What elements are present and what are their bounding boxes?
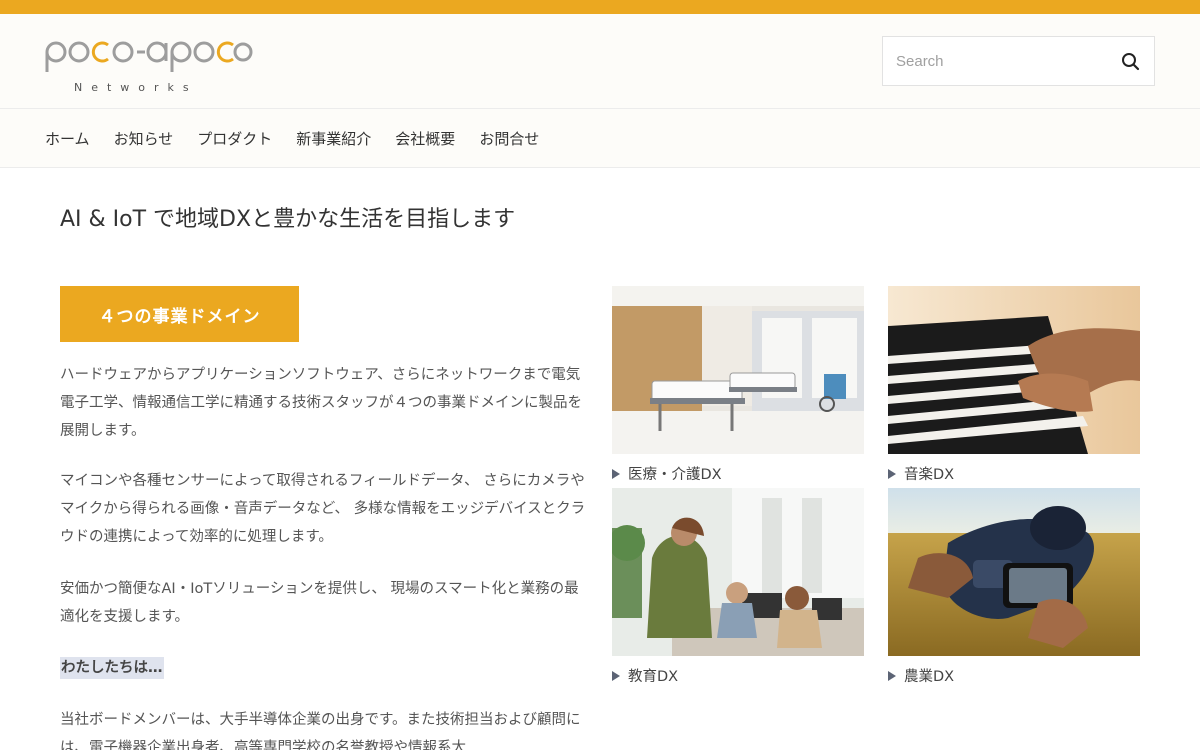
domain-caption: 音楽DX <box>904 467 955 483</box>
domain-card-agriculture[interactable]: 農業DX <box>888 488 1140 686</box>
field-device-image <box>888 488 1140 656</box>
domain-card-education[interactable]: 教育DX <box>612 488 864 686</box>
nav-item-company[interactable]: 会社概要 <box>395 128 455 149</box>
main-nav: ホーム お知らせ プロダクト 新事業紹介 会社概要 お問合せ <box>0 109 1200 168</box>
domain-card-music[interactable]: 音楽DX <box>888 286 1140 484</box>
nav-item-products[interactable]: プロダクト <box>197 128 272 149</box>
business-domains-button[interactable]: ４つの事業ドメイン <box>60 286 299 342</box>
logo-subtitle: Networks <box>74 81 198 94</box>
domain-card-medical[interactable]: 医療・介護DX <box>612 286 864 484</box>
site-header: Networks <box>0 14 1200 109</box>
nav-item-new-business[interactable]: 新事業紹介 <box>296 128 371 149</box>
page-tagline: AI & IoT で地域DXと豊かな生活を目指します <box>60 207 516 232</box>
intro-paragraph: ハードウェアからアプリケーションソフトウェア、さらにネットワークまで電気電子工学… <box>60 367 582 439</box>
hospital-room-image <box>612 286 864 454</box>
domain-caption: 農業DX <box>904 669 955 685</box>
site-logo[interactable]: Networks <box>44 36 254 96</box>
search-input[interactable] <box>883 37 1103 85</box>
caret-right-icon <box>888 468 896 479</box>
data-paragraph: マイコンや各種センサーによって取得されるフィールドデータ、 さらにカメラやマイク… <box>60 473 586 545</box>
top-accent-bar <box>0 0 1200 14</box>
caret-right-icon <box>612 468 620 479</box>
search-icon[interactable] <box>1120 51 1142 73</box>
piano-hands-image <box>888 286 1140 454</box>
nav-item-home[interactable]: ホーム <box>45 128 90 149</box>
caret-right-icon <box>888 670 896 681</box>
caret-right-icon <box>612 670 620 681</box>
domain-caption: 医療・介護DX <box>628 467 722 483</box>
search-box <box>882 36 1155 86</box>
solution-paragraph: 安価かつ簡便なAI・IoTソリューションを提供し、 現場のスマート化と業務の最適… <box>60 581 579 625</box>
nav-item-contact[interactable]: お問合せ <box>479 128 539 149</box>
domain-caption: 教育DX <box>628 669 679 685</box>
who-we-are-heading: わたしたちは… <box>60 657 164 679</box>
nav-item-news[interactable]: お知らせ <box>114 128 174 149</box>
team-paragraph: 当社ボードメンバーは、大手半導体企業の出身です。また技術担当および顧問には、電子… <box>60 712 581 750</box>
classroom-laptops-image <box>612 488 864 656</box>
